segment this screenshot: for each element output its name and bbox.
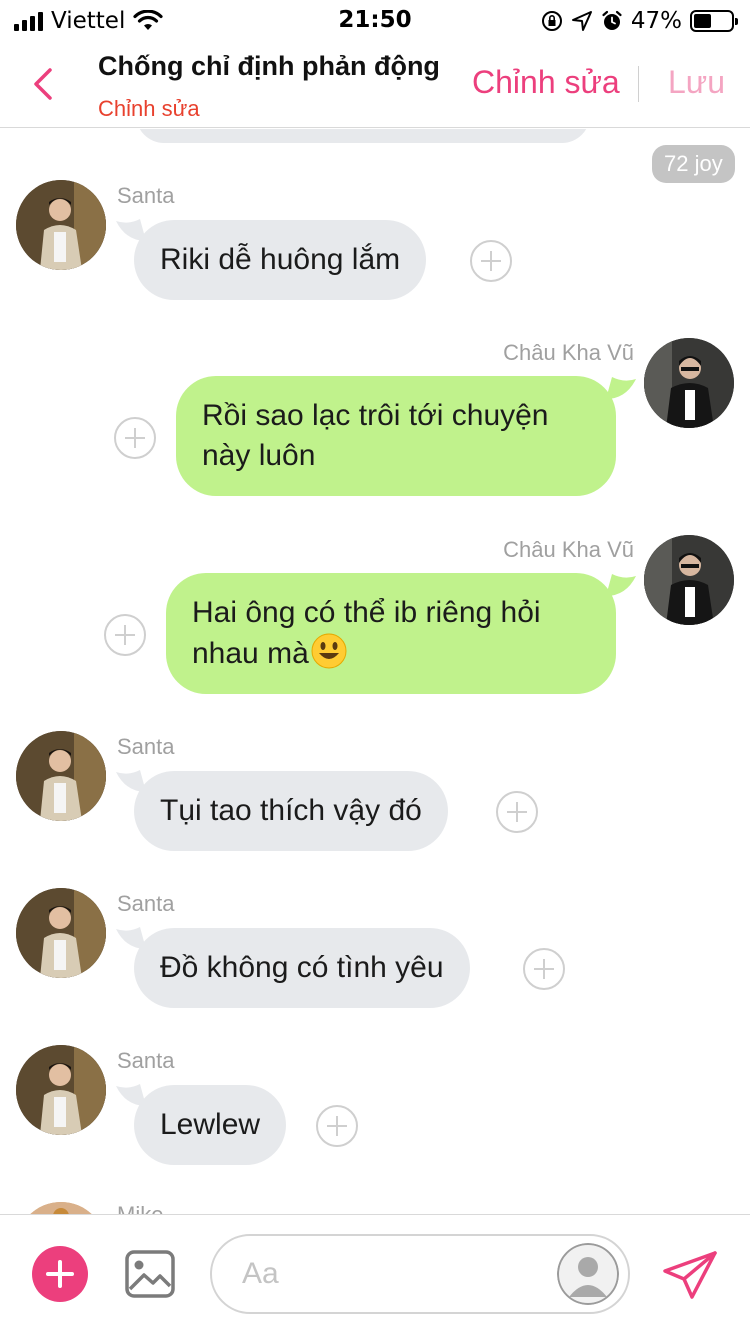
message-list[interactable]: 72 joy Santa Riki dễ huông lắm Châu Kha … (0, 129, 750, 1214)
battery-icon (690, 10, 738, 32)
save-button[interactable]: Lưu (668, 64, 725, 101)
status-bar: Viettel 21:50 47% (0, 0, 750, 40)
message-bubble[interactable]: Riki dễ huông lắm (134, 220, 427, 300)
chat-header: Chống chỉ định phản động Chỉnh sửa Chỉnh… (0, 40, 750, 128)
smiley-emoji (311, 633, 347, 669)
avatar-chau-kha-vu[interactable] (644, 338, 734, 428)
sender-name: Santa (117, 183, 175, 208)
message-bubble[interactable]: Rồi sao lạc trôi tới chuyện này luôn (176, 376, 616, 496)
previous-message-bubble (136, 129, 590, 143)
message-text-line-with-emoji: nhau mà (192, 633, 590, 674)
sender-name: Mike (117, 1202, 163, 1214)
send-icon[interactable] (662, 1249, 718, 1301)
avatar-santa[interactable] (16, 1045, 106, 1135)
message-text-line: nhau mà (192, 637, 309, 670)
anonymous-avatar-icon[interactable] (557, 1243, 619, 1305)
status-right: 47% (541, 8, 738, 34)
avatar-santa[interactable] (16, 888, 106, 978)
back-chevron-icon[interactable] (28, 62, 58, 106)
sender-name: Santa (117, 1048, 175, 1073)
message-text: Lewlew (160, 1108, 261, 1141)
plus-circle-icon[interactable] (496, 791, 538, 833)
message-text-line: Rồi sao lạc trôi tới chuyện (202, 399, 549, 432)
add-attachment-button[interactable] (32, 1246, 88, 1302)
composer-bar (0, 1214, 750, 1334)
location-icon (571, 11, 592, 31)
sender-name: Santa (117, 891, 175, 916)
message-text-line: Hai ông có thể ib riêng hỏi (192, 596, 541, 629)
message-text: Đồ không có tình yêu (160, 951, 444, 984)
battery-fill (694, 14, 711, 28)
avatar-santa[interactable] (16, 180, 106, 270)
lock-rotation-icon (541, 11, 562, 31)
header-divider (638, 66, 639, 102)
message-bubble[interactable]: Tụi tao thích vậy đó (134, 771, 448, 851)
plus-circle-icon[interactable] (114, 417, 156, 459)
plus-circle-icon[interactable] (523, 948, 565, 990)
edit-button[interactable]: Chỉnh sửa (472, 64, 620, 101)
battery-percent: 47% (630, 8, 682, 34)
plus-circle-icon[interactable] (104, 614, 146, 656)
plus-circle-icon[interactable] (316, 1105, 358, 1147)
message-text-line: này luôn (202, 439, 316, 472)
sender-name: Santa (117, 734, 175, 759)
image-icon[interactable] (124, 1249, 176, 1299)
chat-subtitle: Chỉnh sửa (98, 96, 200, 121)
sender-name: Châu Kha Vũ (503, 340, 634, 365)
avatar-santa[interactable] (16, 731, 106, 821)
message-text: Tụi tao thích vậy đó (160, 794, 422, 827)
message-bubble[interactable]: Hai ông có thể ib riêng hỏi nhau mà (166, 573, 616, 694)
chat-title: Chống chỉ định phản động (98, 51, 440, 81)
message-bubble[interactable]: Lewlew (134, 1085, 287, 1165)
avatar-chau-kha-vu[interactable] (644, 535, 734, 625)
reaction-count-badge[interactable]: 72 joy (652, 145, 735, 183)
alarm-icon (602, 10, 622, 30)
sender-name: Châu Kha Vũ (503, 537, 634, 562)
plus-circle-icon[interactable] (470, 240, 512, 282)
message-text: Riki dễ huông lắm (160, 243, 401, 276)
avatar-mike[interactable] (16, 1202, 106, 1214)
message-bubble[interactable]: Đồ không có tình yêu (134, 928, 470, 1008)
